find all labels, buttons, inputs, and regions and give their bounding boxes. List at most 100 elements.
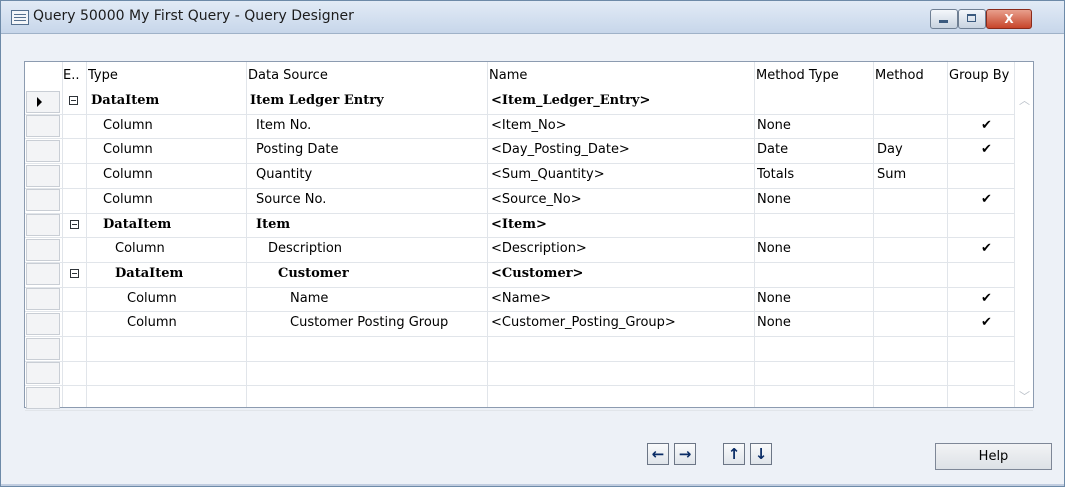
row-selector[interactable] (26, 362, 60, 385)
query-window-icon (11, 10, 29, 25)
collapse-icon[interactable] (70, 219, 79, 229)
column-header-type[interactable]: Type (88, 62, 243, 89)
row-selector[interactable] (26, 189, 60, 212)
query-design-grid[interactable]: E.. Type Data Source Name Method Type Me… (24, 61, 1034, 412)
cell-method-type[interactable] (757, 262, 869, 286)
checkmark-icon[interactable]: ✔ (981, 287, 1005, 311)
cell-method-type[interactable]: None (757, 114, 869, 138)
cell-data-source[interactable]: Posting Date (256, 138, 486, 162)
maximize-button[interactable] (958, 9, 986, 29)
cell-data-source[interactable]: Item (256, 213, 486, 237)
cell-type[interactable]: Column (127, 287, 277, 311)
cell-data-source[interactable]: Name (290, 287, 520, 311)
cell-method-type[interactable]: None (757, 287, 869, 311)
cell-data-source[interactable]: Quantity (256, 163, 486, 187)
cell-type[interactable]: DataItem (91, 89, 241, 113)
cell-name[interactable]: <Item_No> (491, 114, 749, 138)
cell-method-type[interactable]: Date (757, 138, 869, 162)
move-left-button[interactable]: ← (647, 443, 669, 465)
cell-method-type[interactable]: None (757, 237, 869, 261)
cell-type[interactable]: DataItem (115, 262, 265, 286)
cell-method[interactable] (877, 237, 945, 261)
vertical-scrollbar[interactable]: ︿ ﹀ (1015, 89, 1033, 407)
minimize-icon (939, 20, 948, 23)
cell-type[interactable]: Column (127, 311, 277, 335)
close-button[interactable]: X (986, 9, 1032, 29)
bottom-divider (1, 484, 1064, 486)
cell-method[interactable] (877, 262, 945, 286)
cell-data-source[interactable]: Customer (278, 262, 508, 286)
checkmark-icon[interactable]: ✔ (981, 311, 1005, 335)
row-selector[interactable] (26, 386, 60, 409)
cell-name[interactable]: <Description> (491, 237, 749, 261)
cell-type[interactable]: Column (103, 163, 253, 187)
column-header-method-type[interactable]: Method Type (756, 62, 871, 89)
row-selector[interactable] (26, 337, 60, 360)
collapse-icon[interactable] (69, 96, 78, 105)
cell-method[interactable]: Day (877, 138, 945, 162)
cell-name[interactable]: <Name> (491, 287, 749, 311)
cell-method-type[interactable]: None (757, 188, 869, 212)
row-selector[interactable] (26, 90, 60, 113)
help-button[interactable]: Help (935, 443, 1052, 470)
move-right-button[interactable]: → (674, 443, 696, 465)
move-up-button[interactable]: ↑ (723, 443, 745, 465)
cell-name[interactable]: <Item_Ledger_Entry> (491, 89, 749, 113)
row-selector[interactable] (26, 238, 60, 261)
cell-method[interactable] (877, 188, 945, 212)
cell-method[interactable] (877, 287, 945, 311)
row-selector[interactable] (26, 139, 60, 162)
cell-type[interactable]: Column (103, 188, 253, 212)
cell-method-type[interactable]: Totals (757, 163, 869, 187)
checkmark-icon[interactable]: ✔ (981, 188, 1005, 212)
cell-method[interactable] (877, 89, 945, 113)
cell-group-by[interactable] (981, 213, 1005, 237)
cell-name[interactable]: <Customer_Posting_Group> (491, 311, 749, 335)
cell-data-source[interactable]: Item No. (256, 114, 486, 138)
query-designer-window: Query 50000 My First Query - Query Desig… (0, 0, 1065, 487)
title-bar[interactable]: Query 50000 My First Query - Query Desig… (1, 1, 1064, 34)
row-selector[interactable] (26, 312, 60, 335)
cell-name[interactable]: <Day_Posting_Date> (491, 138, 749, 162)
cell-name[interactable]: <Item> (491, 213, 749, 237)
row-selector[interactable] (26, 263, 60, 286)
cell-method[interactable] (877, 114, 945, 138)
column-header-group-by[interactable]: Group By (949, 62, 1013, 89)
cell-group-by[interactable] (981, 163, 1005, 187)
cell-data-source[interactable]: Description (268, 237, 498, 261)
cell-name[interactable]: <Source_No> (491, 188, 749, 212)
cell-method[interactable] (877, 213, 945, 237)
checkmark-icon[interactable]: ✔ (981, 114, 1005, 138)
cell-data-source[interactable]: Source No. (256, 188, 486, 212)
cell-type[interactable]: Column (115, 237, 265, 261)
cell-name[interactable]: <Customer> (491, 262, 749, 286)
cell-type[interactable]: Column (103, 114, 253, 138)
cell-group-by[interactable] (981, 89, 1005, 113)
move-down-button[interactable]: ↓ (750, 443, 772, 465)
checkmark-icon[interactable]: ✔ (981, 138, 1005, 162)
collapse-icon[interactable] (70, 268, 79, 278)
minimize-button[interactable] (930, 9, 958, 29)
cell-type[interactable]: DataItem (103, 213, 253, 237)
cell-method-type[interactable]: None (757, 311, 869, 335)
cell-method[interactable]: Sum (877, 163, 945, 187)
column-header-expand[interactable]: E.. (63, 62, 85, 89)
row-selector[interactable] (26, 288, 60, 311)
column-header-method[interactable]: Method (875, 62, 945, 89)
cell-data-source[interactable]: Customer Posting Group (290, 311, 520, 335)
row-selector[interactable] (26, 214, 60, 236)
cell-type[interactable]: Column (103, 138, 253, 162)
cell-method-type[interactable] (757, 89, 869, 113)
row-selector[interactable] (26, 115, 60, 138)
column-header-name[interactable]: Name (489, 62, 751, 89)
cell-method-type[interactable] (757, 213, 869, 237)
cell-data-source[interactable]: Item Ledger Entry (250, 89, 480, 113)
column-header-data-source[interactable]: Data Source (248, 62, 485, 89)
scroll-down-icon[interactable]: ﹀ (1019, 388, 1030, 404)
row-selector[interactable] (26, 164, 60, 187)
scroll-up-icon[interactable]: ︿ (1019, 92, 1030, 108)
checkmark-icon[interactable]: ✔ (981, 237, 1005, 261)
cell-method[interactable] (877, 311, 945, 335)
cell-name[interactable]: <Sum_Quantity> (491, 163, 749, 187)
cell-group-by[interactable] (981, 262, 1005, 286)
